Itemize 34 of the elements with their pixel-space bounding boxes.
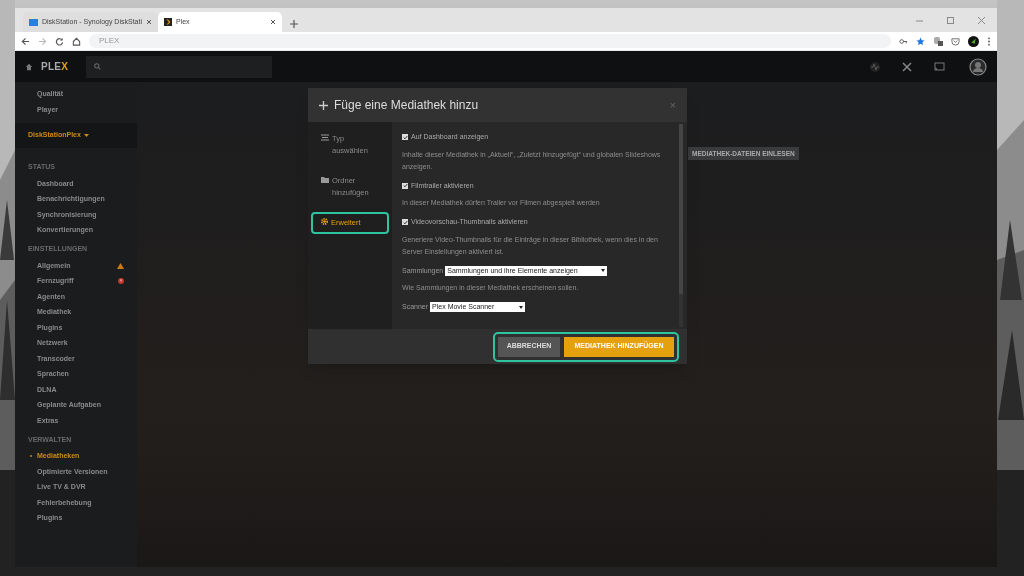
search-field[interactable] — [86, 55, 273, 78]
activity-icon[interactable] — [870, 61, 880, 72]
chevron-logo-icon — [164, 18, 172, 26]
menu-icon[interactable] — [987, 36, 991, 46]
home-icon[interactable] — [25, 62, 33, 71]
caret-icon — [83, 134, 89, 137]
address-field[interactable]: PLEX — [89, 34, 891, 48]
reload-icon[interactable] — [55, 36, 64, 46]
maximize-icon[interactable] — [946, 15, 955, 25]
home-icon[interactable] — [72, 36, 81, 46]
key-icon[interactable] — [899, 36, 908, 46]
star-icon[interactable] — [916, 36, 925, 46]
pocket-icon[interactable] — [951, 36, 960, 46]
list-icon — [321, 134, 329, 141]
back-icon[interactable] — [21, 36, 30, 46]
shield-icon[interactable] — [968, 35, 979, 47]
new-tab-icon[interactable] — [290, 20, 298, 28]
close-icon[interactable] — [270, 19, 276, 25]
checkbox[interactable] — [402, 134, 408, 141]
caret-icon — [601, 269, 606, 273]
extension-icon[interactable] — [933, 36, 943, 46]
plus-icon — [319, 100, 328, 110]
modal-title: Füge eine Mediathek hinzu — [334, 97, 479, 114]
cast-icon[interactable] — [934, 62, 945, 71]
caret-icon — [519, 305, 524, 309]
avatar-icon[interactable] — [969, 57, 987, 76]
checkbox[interactable] — [402, 219, 408, 226]
close-icon[interactable] — [146, 19, 152, 25]
gear-icon — [321, 218, 328, 225]
folder-icon — [321, 176, 329, 183]
logo[interactable]: PLEX — [41, 59, 69, 74]
app-icon — [29, 18, 38, 26]
search-icon — [94, 63, 102, 70]
checkbox[interactable] — [402, 182, 408, 189]
